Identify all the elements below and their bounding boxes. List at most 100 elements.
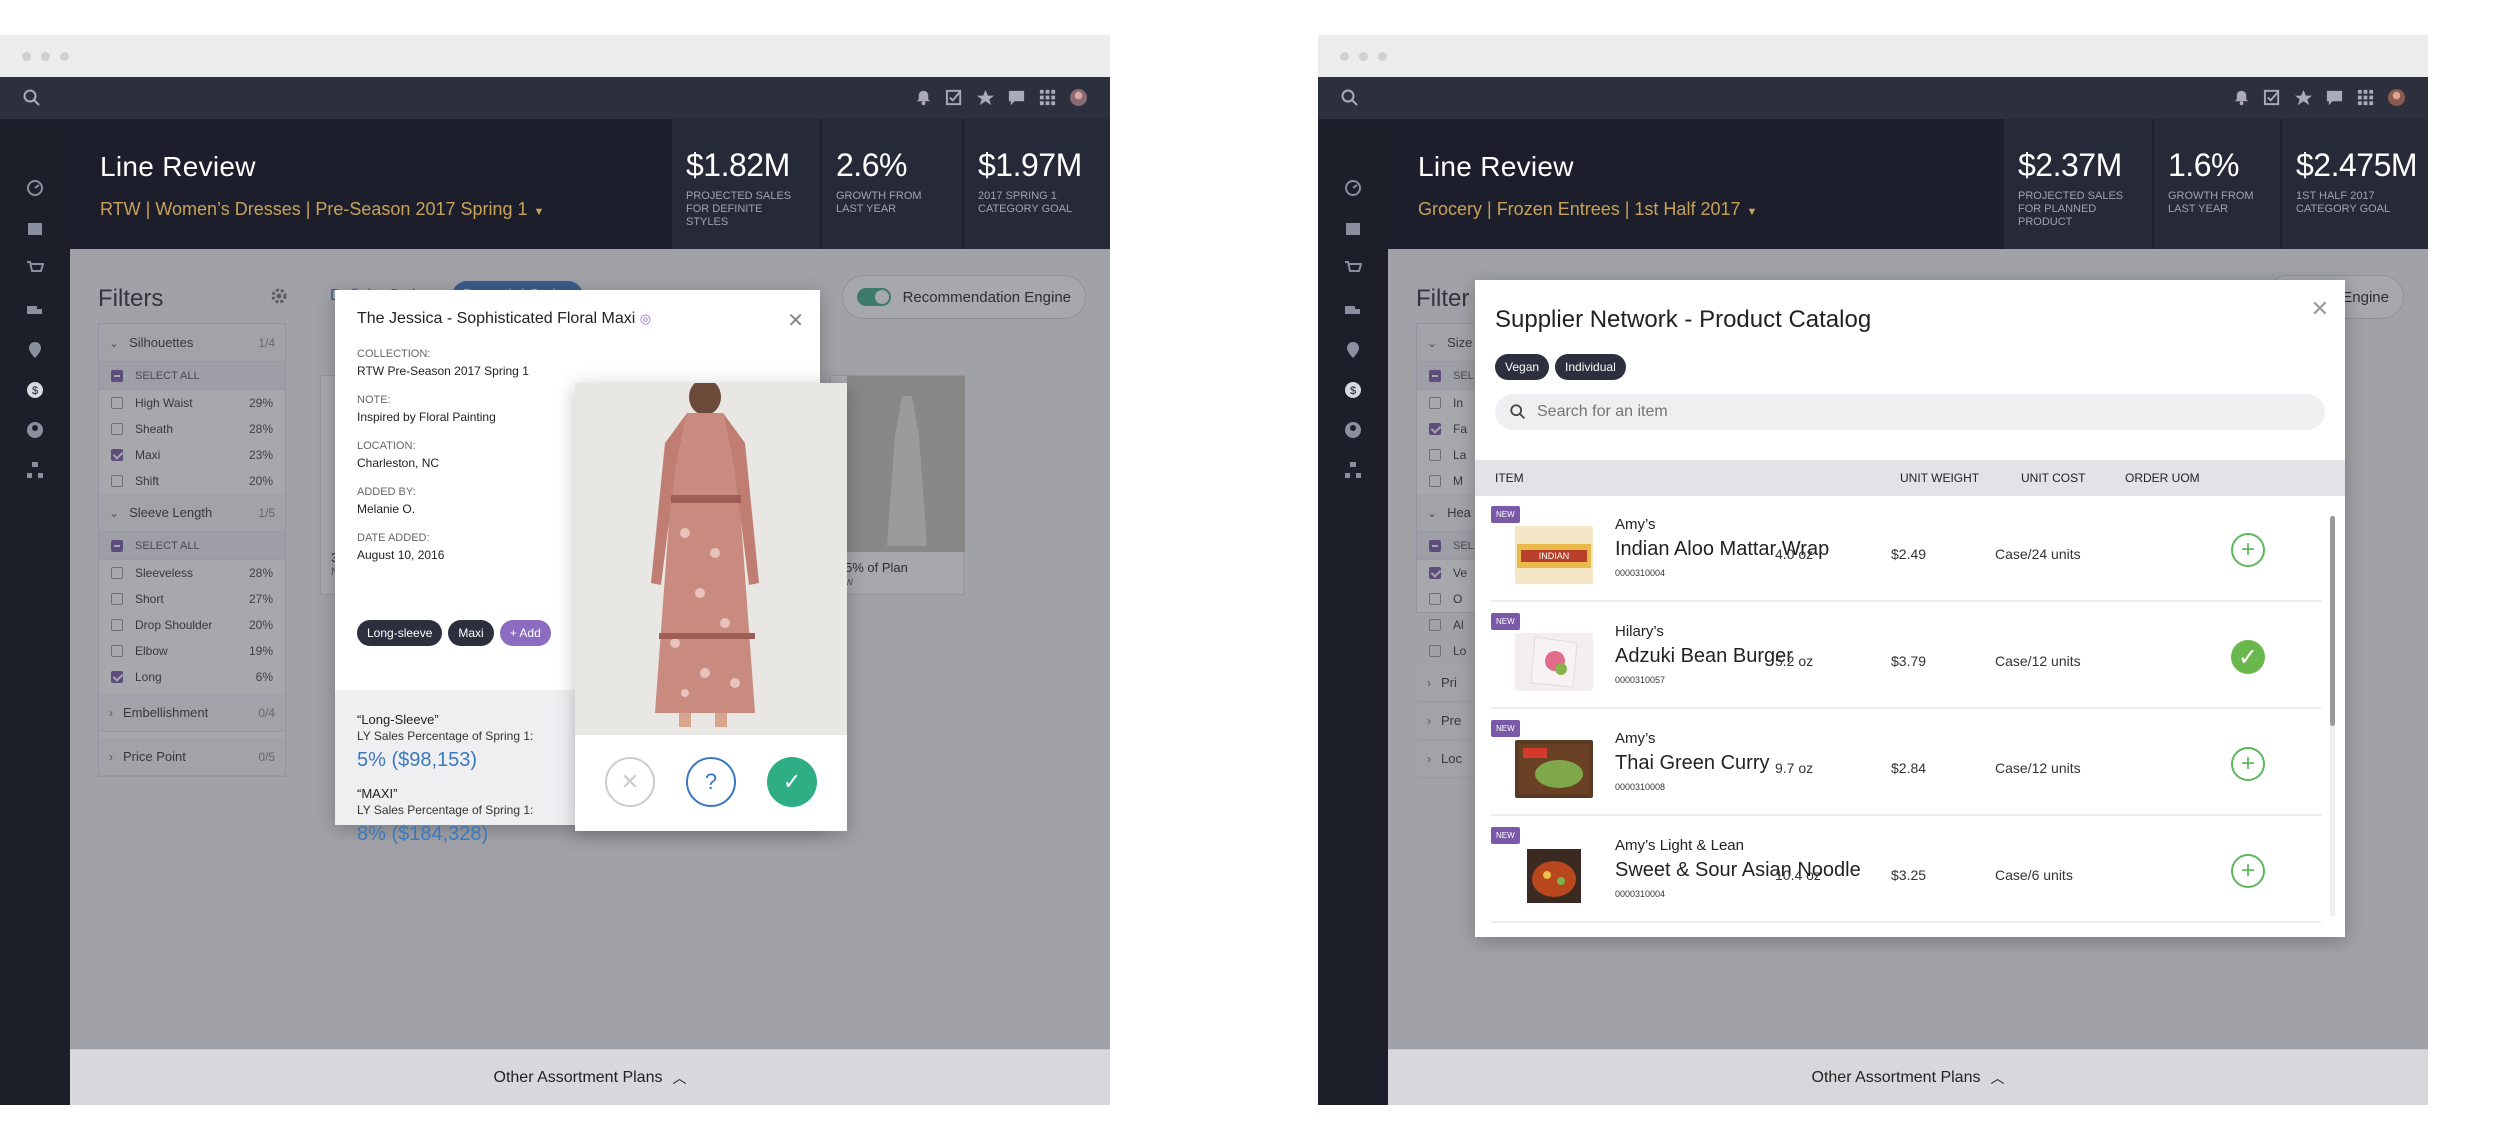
hierarchy-icon[interactable]	[26, 461, 44, 479]
box-icon[interactable]	[1344, 219, 1362, 237]
product-sku: 0000310008	[1615, 782, 1666, 792]
field-label: DATE ADDED:	[357, 532, 430, 544]
product-catalog-modal: Supplier Network - Product Catalog ✕ Veg…	[1475, 280, 2345, 937]
package-text: INDIAN	[1539, 551, 1570, 561]
left-nav-rail: $	[0, 119, 70, 1105]
scrollbar[interactable]	[2330, 516, 2335, 916]
metric-value: $2.475M	[2296, 147, 2418, 183]
scrollbar-thumb[interactable]	[2330, 516, 2335, 726]
add-product-button[interactable]: +	[2231, 533, 2265, 567]
star-icon[interactable]	[976, 88, 995, 107]
other-plans-bar[interactable]: Other Assortment Plans ︿	[70, 1049, 1110, 1105]
truck-icon[interactable]	[1344, 301, 1362, 319]
add-product-button[interactable]: +	[2231, 854, 2265, 888]
approve-button[interactable]: ✓	[767, 757, 817, 807]
reject-button[interactable]: ✕	[605, 757, 655, 807]
hierarchy-icon[interactable]	[1344, 461, 1362, 479]
metric-projected-sales: $2.37M PROJECTED SALES FOR PLANNED PRODUC…	[2002, 119, 2152, 249]
close-icon[interactable]: ✕	[2311, 296, 2329, 322]
dress-photo	[575, 383, 847, 735]
apps-grid-icon[interactable]	[1038, 88, 1057, 107]
box-icon[interactable]	[26, 219, 44, 237]
user-icon[interactable]	[1344, 421, 1362, 439]
product-sku: 0000310004	[1615, 568, 1666, 578]
field-value: August 10, 2016	[357, 548, 445, 562]
product-cost: $3.79	[1891, 653, 1927, 669]
cart-icon[interactable]	[1344, 259, 1362, 277]
dashboard-icon[interactable]	[26, 179, 44, 197]
window-dot-max[interactable]	[1378, 52, 1387, 61]
product-row[interactable]: NEW Amy’s Light & Lean Sweet & Sour Asia…	[1491, 817, 2321, 923]
avatar[interactable]	[1069, 88, 1088, 107]
tag-chip[interactable]: Individual	[1555, 354, 1626, 380]
search-input[interactable]	[1537, 403, 2237, 421]
close-icon[interactable]: ✕	[787, 308, 804, 333]
product-cost: $3.25	[1891, 867, 1927, 883]
window-dot-close[interactable]	[1340, 52, 1349, 61]
plan-selector[interactable]: Grocery | Frozen Entrees | 1st Half 2017…	[1418, 199, 1757, 220]
window-dot-min[interactable]	[1359, 52, 1368, 61]
tag-chip[interactable]: Long-sleeve	[357, 620, 443, 646]
top-nav-bar	[1318, 77, 2428, 119]
metric-value: 1.6%	[2168, 147, 2239, 183]
new-badge: NEW	[1491, 827, 1520, 844]
dollar-icon[interactable]: $	[1344, 381, 1362, 399]
field-label: LOCATION:	[357, 440, 416, 452]
search-icon[interactable]	[1340, 88, 1360, 108]
dashboard-icon[interactable]	[1344, 179, 1362, 197]
metric-value: 2.6%	[836, 147, 907, 183]
product-cost: $2.84	[1891, 760, 1927, 776]
checkbox-icon[interactable]	[2263, 88, 2282, 107]
product-brand: Amy’s Light & Lean	[1615, 837, 1744, 854]
checkbox-icon[interactable]	[945, 88, 964, 107]
search-icon[interactable]	[22, 88, 42, 108]
column-header: UNIT COST	[2021, 471, 2086, 485]
metric-label: 1ST HALF 2017 CATEGORY GOAL	[2296, 190, 2391, 215]
new-badge: NEW	[1491, 720, 1520, 737]
dollar-icon[interactable]: $	[26, 381, 44, 399]
window-dot-max[interactable]	[60, 52, 69, 61]
metric-category-goal: $1.97M 2017 SPRING 1 CATEGORY GOAL	[962, 119, 1110, 249]
other-plans-bar[interactable]: Other Assortment Plans ︿	[1388, 1049, 2428, 1105]
visibility-icon[interactable]: ◎	[640, 311, 651, 326]
chevron-up-icon: ︿	[672, 1069, 687, 1086]
window-dot-min[interactable]	[41, 52, 50, 61]
bell-icon[interactable]	[914, 88, 933, 107]
tag-chip[interactable]: Maxi	[448, 620, 494, 646]
style-photo-card: ✕ ? ✓	[575, 383, 847, 831]
search-bar[interactable]	[1495, 394, 2325, 430]
window-dot-close[interactable]	[22, 52, 31, 61]
add-tag-button[interactable]: + Add	[499, 620, 551, 646]
product-image: INDIAN	[1515, 526, 1593, 584]
bell-icon[interactable]	[2232, 88, 2251, 107]
product-sku: 0000310004	[1615, 889, 1666, 899]
window-chrome	[0, 35, 1110, 77]
avatar[interactable]	[2387, 88, 2406, 107]
location-icon[interactable]	[26, 341, 44, 359]
metric-projected-sales: $1.82M PROJECTED SALES FOR DEFINITE STYLE…	[670, 119, 820, 249]
cart-icon[interactable]	[26, 259, 44, 277]
product-weight: 10.4 oz	[1775, 867, 1821, 883]
chevron-up-icon: ︿	[1990, 1069, 2005, 1086]
plan-selector[interactable]: RTW | Women’s Dresses | Pre-Season 2017 …	[100, 199, 544, 220]
location-icon[interactable]	[1344, 341, 1362, 359]
maybe-button[interactable]: ?	[686, 757, 736, 807]
product-row[interactable]: NEW INDIAN Amy’s Indian Aloo Mattar Wrap…	[1491, 496, 2321, 602]
window-chrome	[1318, 35, 2428, 77]
apps-grid-icon[interactable]	[2356, 88, 2375, 107]
tag-chip[interactable]: Vegan	[1495, 354, 1550, 380]
caret-down-icon: ▼	[1746, 206, 1758, 218]
star-icon[interactable]	[2294, 88, 2313, 107]
plan-selector-label: Grocery | Frozen Entrees | 1st Half 2017	[1418, 199, 1741, 219]
added-check-button[interactable]: ✓	[2231, 640, 2265, 674]
chat-icon[interactable]	[2325, 88, 2344, 107]
chat-icon[interactable]	[1007, 88, 1026, 107]
truck-icon[interactable]	[26, 301, 44, 319]
user-icon[interactable]	[26, 421, 44, 439]
product-row[interactable]: NEW Hilary’s Adzuki Bean Burger 00003100…	[1491, 603, 2321, 709]
product-brand: Hilary’s	[1615, 623, 1664, 640]
add-product-button[interactable]: +	[2231, 747, 2265, 781]
column-header: ORDER UoM	[2125, 471, 2200, 485]
field-value: Charleston, NC	[357, 456, 440, 470]
product-row[interactable]: NEW Amy’s Thai Green Curry 0000310008 9.…	[1491, 710, 2321, 816]
